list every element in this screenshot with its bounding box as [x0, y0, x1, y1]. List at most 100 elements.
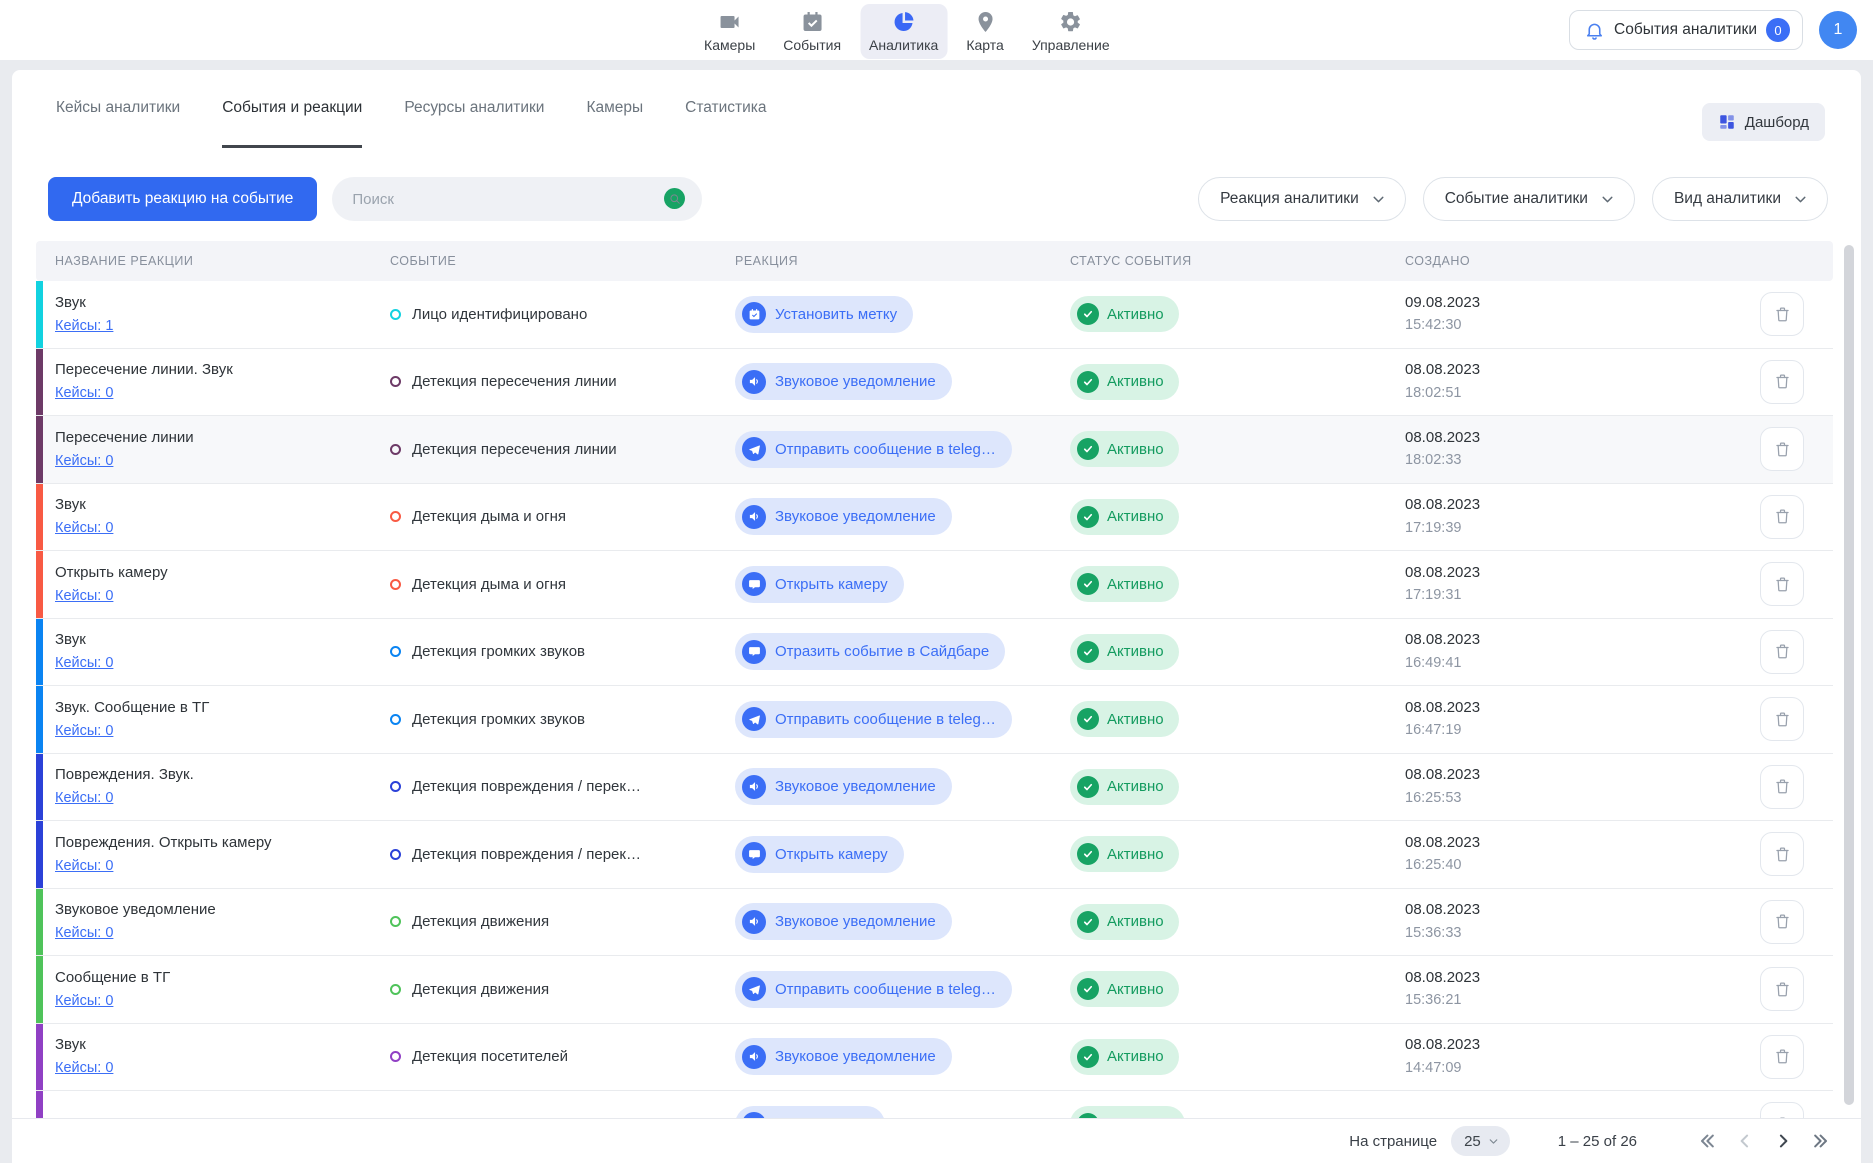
cases-link[interactable]: Кейсы: 1: [55, 316, 113, 337]
cases-link[interactable]: Кейсы: 0: [55, 991, 113, 1012]
tab-события-и-реакции[interactable]: События и реакции: [222, 70, 362, 148]
trash-icon: [1773, 912, 1792, 931]
reaction-pill[interactable]: Открыть камеру: [735, 836, 904, 873]
nav-item-gear[interactable]: Управление: [1023, 4, 1119, 59]
prev-page-button[interactable]: [1735, 1131, 1755, 1151]
scrollbar-thumb[interactable]: [1844, 245, 1854, 1105]
delete-button[interactable]: [1760, 1102, 1804, 1119]
dashboard-button[interactable]: Дашборд: [1702, 103, 1825, 141]
delete-button[interactable]: [1760, 562, 1804, 606]
filter-dropdown[interactable]: Реакция аналитики: [1198, 177, 1406, 221]
reaction-name: Звук: [55, 629, 86, 651]
created-time: 14:47:09: [1405, 1058, 1461, 1080]
reaction-pill[interactable]: Отправить сообщение в teleg…: [735, 431, 1012, 468]
cases-link[interactable]: Кейсы: 0: [55, 451, 113, 472]
tab-статистика[interactable]: Статистика: [685, 70, 766, 148]
cases-link[interactable]: Кейсы: 0: [55, 721, 113, 742]
reaction-pill[interactable]: Звуковое уведомление: [735, 903, 952, 940]
bell-icon: [1584, 20, 1605, 41]
last-page-button[interactable]: [1811, 1131, 1831, 1151]
add-reaction-button[interactable]: Добавить реакцию на событие: [48, 177, 317, 221]
reaction-name: Повреждения. Звук.: [55, 764, 194, 786]
sound-icon: [742, 370, 766, 394]
status-badge: Активно: [1070, 769, 1179, 805]
filter-dropdown[interactable]: Событие аналитики: [1423, 177, 1635, 221]
delete-button[interactable]: [1760, 427, 1804, 471]
trash-icon: [1773, 1047, 1792, 1066]
delete-button[interactable]: [1760, 292, 1804, 336]
first-page-button[interactable]: [1697, 1131, 1717, 1151]
reaction-label: Открыть камеру: [775, 846, 888, 863]
created-time: 15:36:21: [1405, 990, 1461, 1012]
trash-icon: [1773, 845, 1792, 864]
filter-dropdown[interactable]: Вид аналитики: [1652, 177, 1828, 221]
status-label: Активно: [1107, 576, 1164, 593]
created-date: 08.08.2023: [1405, 562, 1480, 585]
pagination-bar: На странице 25 1 – 25 of 26: [12, 1118, 1861, 1163]
created-date: 08.08.2023: [1405, 427, 1480, 450]
tab-кейсы-аналитики[interactable]: Кейсы аналитики: [56, 70, 180, 148]
reaction-pill[interactable]: Звуковое уведомление: [735, 1038, 952, 1075]
nav-item-calendar[interactable]: События: [774, 4, 850, 59]
reaction-pill[interactable]: Установить метку: [735, 296, 913, 333]
trash-icon: [1773, 507, 1792, 526]
search-input[interactable]: [332, 177, 702, 221]
name-cell: Пересечение линииКейсы: 0: [55, 427, 390, 472]
delete-button[interactable]: [1760, 1035, 1804, 1079]
cases-link[interactable]: Кейсы: 0: [55, 586, 113, 607]
delete-button[interactable]: [1760, 832, 1804, 876]
actions-cell: [1760, 630, 1833, 674]
table-row: ЗвукКейсы: 0Детекция громких звуковОтраз…: [36, 619, 1833, 687]
trash-icon: [1773, 642, 1792, 661]
analytics-events-label: События аналитики: [1614, 21, 1757, 39]
reaction-pill[interactable]: Отправить сообщение в teleg…: [735, 701, 1012, 738]
cases-link[interactable]: Кейсы: 0: [55, 653, 113, 674]
user-avatar[interactable]: 1: [1819, 11, 1857, 49]
cases-link[interactable]: Кейсы: 0: [55, 383, 113, 404]
delete-button[interactable]: [1760, 630, 1804, 674]
reaction-pill[interactable]: Отразить событие в Сайдбаре: [735, 633, 1005, 670]
delete-button[interactable]: [1760, 765, 1804, 809]
reaction-pill[interactable]: Открыть камеру: [735, 566, 904, 603]
status-label: Активно: [1107, 643, 1164, 660]
delete-button[interactable]: [1760, 360, 1804, 404]
delete-button[interactable]: [1760, 697, 1804, 741]
tab-камеры[interactable]: Камеры: [586, 70, 643, 148]
delete-button[interactable]: [1760, 967, 1804, 1011]
cases-link[interactable]: Кейсы: 0: [55, 518, 113, 539]
status-cell: Активно: [1070, 296, 1405, 332]
reaction-pill[interactable]: Звуковое уведомление: [735, 363, 952, 400]
row-color-stripe: [36, 551, 43, 618]
tab-ресурсы-аналитики[interactable]: Ресурсы аналитики: [404, 70, 544, 148]
event-name: Детекция движения: [412, 981, 549, 998]
cases-link[interactable]: Кейсы: 0: [55, 1058, 113, 1079]
telegram-icon: [742, 707, 766, 731]
reaction-pill[interactable]: Отправить сообщение в teleg…: [735, 971, 1012, 1008]
reaction-pill[interactable]: Звуковое уведомление: [735, 768, 952, 805]
nav-item-label: Камеры: [704, 37, 755, 53]
reaction-pill[interactable]: [735, 1106, 885, 1119]
name-cell: Звук. Сообщение в ТГКейсы: 0: [55, 697, 390, 742]
status-cell: Активно: [1070, 836, 1405, 872]
reaction-cell: Звуковое уведомление: [735, 363, 1070, 400]
analytics-events-button[interactable]: События аналитики 0: [1569, 10, 1803, 50]
created-date: 08.08.2023: [1405, 764, 1480, 787]
event-name: Детекция дыма и огня: [412, 508, 566, 525]
row-color-stripe: [36, 619, 43, 686]
delete-button[interactable]: [1760, 900, 1804, 944]
next-page-button[interactable]: [1773, 1131, 1793, 1151]
status-cell: Активно: [1070, 499, 1405, 535]
nav-item-camera[interactable]: Камеры: [695, 4, 764, 59]
reaction-pill[interactable]: Звуковое уведомление: [735, 498, 952, 535]
cases-link[interactable]: Кейсы: 0: [55, 923, 113, 944]
reaction-name: Звук: [55, 494, 86, 516]
event-cell: Детекция громких звуков: [390, 711, 735, 728]
cases-link[interactable]: Кейсы: 0: [55, 788, 113, 809]
delete-button[interactable]: [1760, 495, 1804, 539]
cases-link[interactable]: Кейсы: 0: [55, 856, 113, 877]
nav-item-pin[interactable]: Карта: [957, 4, 1012, 59]
reaction-label: Отправить сообщение в teleg…: [775, 711, 996, 728]
per-page-select[interactable]: 25: [1451, 1126, 1510, 1156]
nav-item-pie[interactable]: Аналитика: [860, 4, 947, 59]
filter-label: Событие аналитики: [1445, 190, 1588, 208]
